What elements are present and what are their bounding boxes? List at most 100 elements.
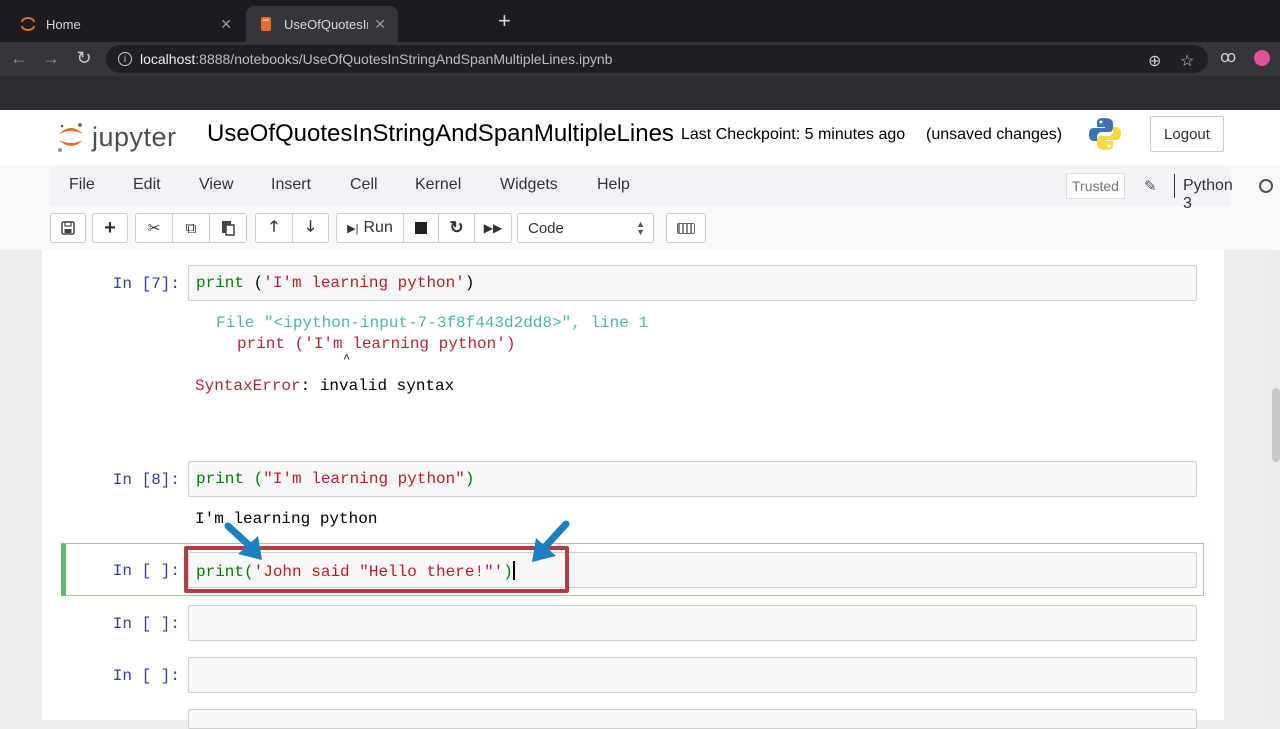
toolbar-group-edit: ✂ ⧉ [135,213,247,243]
jupyter-logo[interactable]: jupyter [56,120,196,154]
stop-icon [415,222,427,234]
reload-icon[interactable]: ↻ [73,48,95,69]
divider [1174,174,1175,198]
copy-button[interactable]: ⧉ [173,214,210,242]
annotation-arrow-icon [532,520,570,562]
cell-prompt: In [ ]: [112,562,180,580]
cell-type-select[interactable]: Code ▲ ▼ [517,213,654,243]
back-icon[interactable]: ← [8,48,30,69]
menu-widgets[interactable]: Widgets [500,176,558,194]
code-paren: ) [464,470,475,488]
error-file-prefix: File [216,314,265,332]
pencil-icon[interactable]: ✎ [1144,177,1157,195]
forward-icon[interactable]: → [40,48,62,69]
restart-icon: ↻ [449,218,464,237]
command-palette-button[interactable] [666,213,706,243]
menubar: File Edit View Insert Cell Kernel Widget… [50,166,1273,212]
url-host: localhost [140,51,196,67]
cell-input-partial[interactable] [188,709,1197,729]
scrollbar-track[interactable] [1266,250,1280,720]
close-icon[interactable]: ✕ [374,16,386,33]
trusted-badge[interactable]: Trusted [1066,173,1125,199]
menu-kernel[interactable]: Kernel [415,176,461,194]
jupyter-logo-icon [58,123,83,152]
new-tab-button[interactable]: + [498,8,511,34]
save-icon [61,221,75,235]
cell-input[interactable] [188,657,1197,693]
bookmark-bar [0,76,1280,110]
code-paren: ( [244,274,264,292]
code-paren: ) [464,274,475,292]
scrollbar-thumb[interactable] [1272,388,1280,462]
tab-home[interactable]: Home ✕ [8,6,244,42]
error-caret: ^ [343,352,351,366]
interrupt-button[interactable] [404,214,439,242]
browser-toolbar: ← → ↻ i localhost :8888/notebooks/UseOfQ… [0,42,1280,76]
copy-icon: ⧉ [185,219,197,237]
logo-text: jupyter [92,122,177,152]
kernel-idle-icon [1259,179,1273,193]
incognito-icon[interactable]: ꝏ [1220,47,1236,67]
notebook-name[interactable]: UseOfQuotesInStringAndSpanMultipleLines [207,120,674,148]
logout-button[interactable]: Logout [1150,116,1224,152]
paste-icon [222,221,235,236]
scissors-icon: ✂ [147,220,161,237]
close-icon[interactable]: ✕ [220,16,232,33]
toolbar-group-run: ▶| Run ↻ ▶▶ [336,213,512,243]
plus-icon: + [104,216,116,239]
menu-insert[interactable]: Insert [271,176,311,194]
annotation-arrow-icon [224,522,262,560]
cell-prompt: In [ ]: [112,615,180,633]
cell-input[interactable]: print ('I'm learning python') [188,265,1197,301]
error-type: SyntaxError [195,377,301,395]
toolbar-group-save [50,213,86,243]
python-logo-icon [1089,118,1121,150]
checkpoint-status: Last Checkpoint: 5 minutes ago [681,126,906,143]
menu-edit[interactable]: Edit [133,176,161,194]
error-text: : invalid syntax [300,377,455,395]
menu-help[interactable]: Help [597,176,630,194]
browser-tab-bar: Home ✕ UseOfQuotesInStringAndSpan ✕ + [0,0,1280,42]
menu-file[interactable]: File [69,176,95,194]
menu-cell[interactable]: Cell [350,176,378,194]
code-keyword: print [196,274,245,292]
cell-prompt: In [7]: [112,275,180,293]
star-icon[interactable]: ☆ [1180,51,1194,71]
restart-run-all-button[interactable]: ▶▶ [475,214,511,242]
code-string: 'I'm learning python' [263,274,465,292]
code-keyword: print [196,470,245,488]
cell-input[interactable]: print ("I'm learning python") [188,461,1197,497]
insert-cell-button[interactable]: + [93,214,127,242]
jupyter-icon [21,17,35,31]
tab-label: UseOfQuotesInStringAndSpan [284,16,369,32]
cell-input[interactable] [188,605,1197,641]
arrow-down-icon: 🡓 [306,217,315,235]
restart-button[interactable]: ↻ [439,214,475,242]
cut-button[interactable]: ✂ [136,214,173,242]
select-arrows-icon: ▲ ▼ [636,219,645,237]
address-bar[interactable]: i localhost :8888/notebooks/UseOfQuotesI… [106,45,1208,73]
menu-view[interactable]: View [199,176,233,194]
step-forward-icon: ▶| [347,222,359,235]
run-button[interactable]: ▶| Run [337,214,404,242]
profile-avatar[interactable] [1254,50,1270,66]
error-code-line: print ('I'm learning python') [237,335,516,353]
tab-notebook[interactable]: UseOfQuotesInStringAndSpan ✕ [246,6,398,42]
cell-output: I'm learning python [195,510,378,528]
code-paren: ( [244,470,264,488]
paste-button[interactable] [210,214,246,242]
info-icon[interactable]: i [118,52,132,66]
cell-prompt: In [ ]: [112,667,180,685]
cell-type-value: Code [528,219,564,237]
notebook-icon [261,17,271,31]
move-down-button[interactable]: 🡓 [293,214,328,242]
arrow-up-icon: 🡑 [270,217,278,235]
url-path: :8888/notebooks/UseOfQuotesInStringAndSp… [195,51,613,67]
save-status: (unsaved changes) [926,126,1063,143]
error-message: SyntaxError: invalid syntax [195,377,454,395]
move-up-button[interactable]: 🡑 [256,214,293,242]
tab-label: Home [46,16,81,32]
cell-prompt: In [8]: [112,471,180,489]
save-button[interactable] [51,214,85,242]
zoom-icon[interactable]: ⊕ [1148,51,1161,71]
